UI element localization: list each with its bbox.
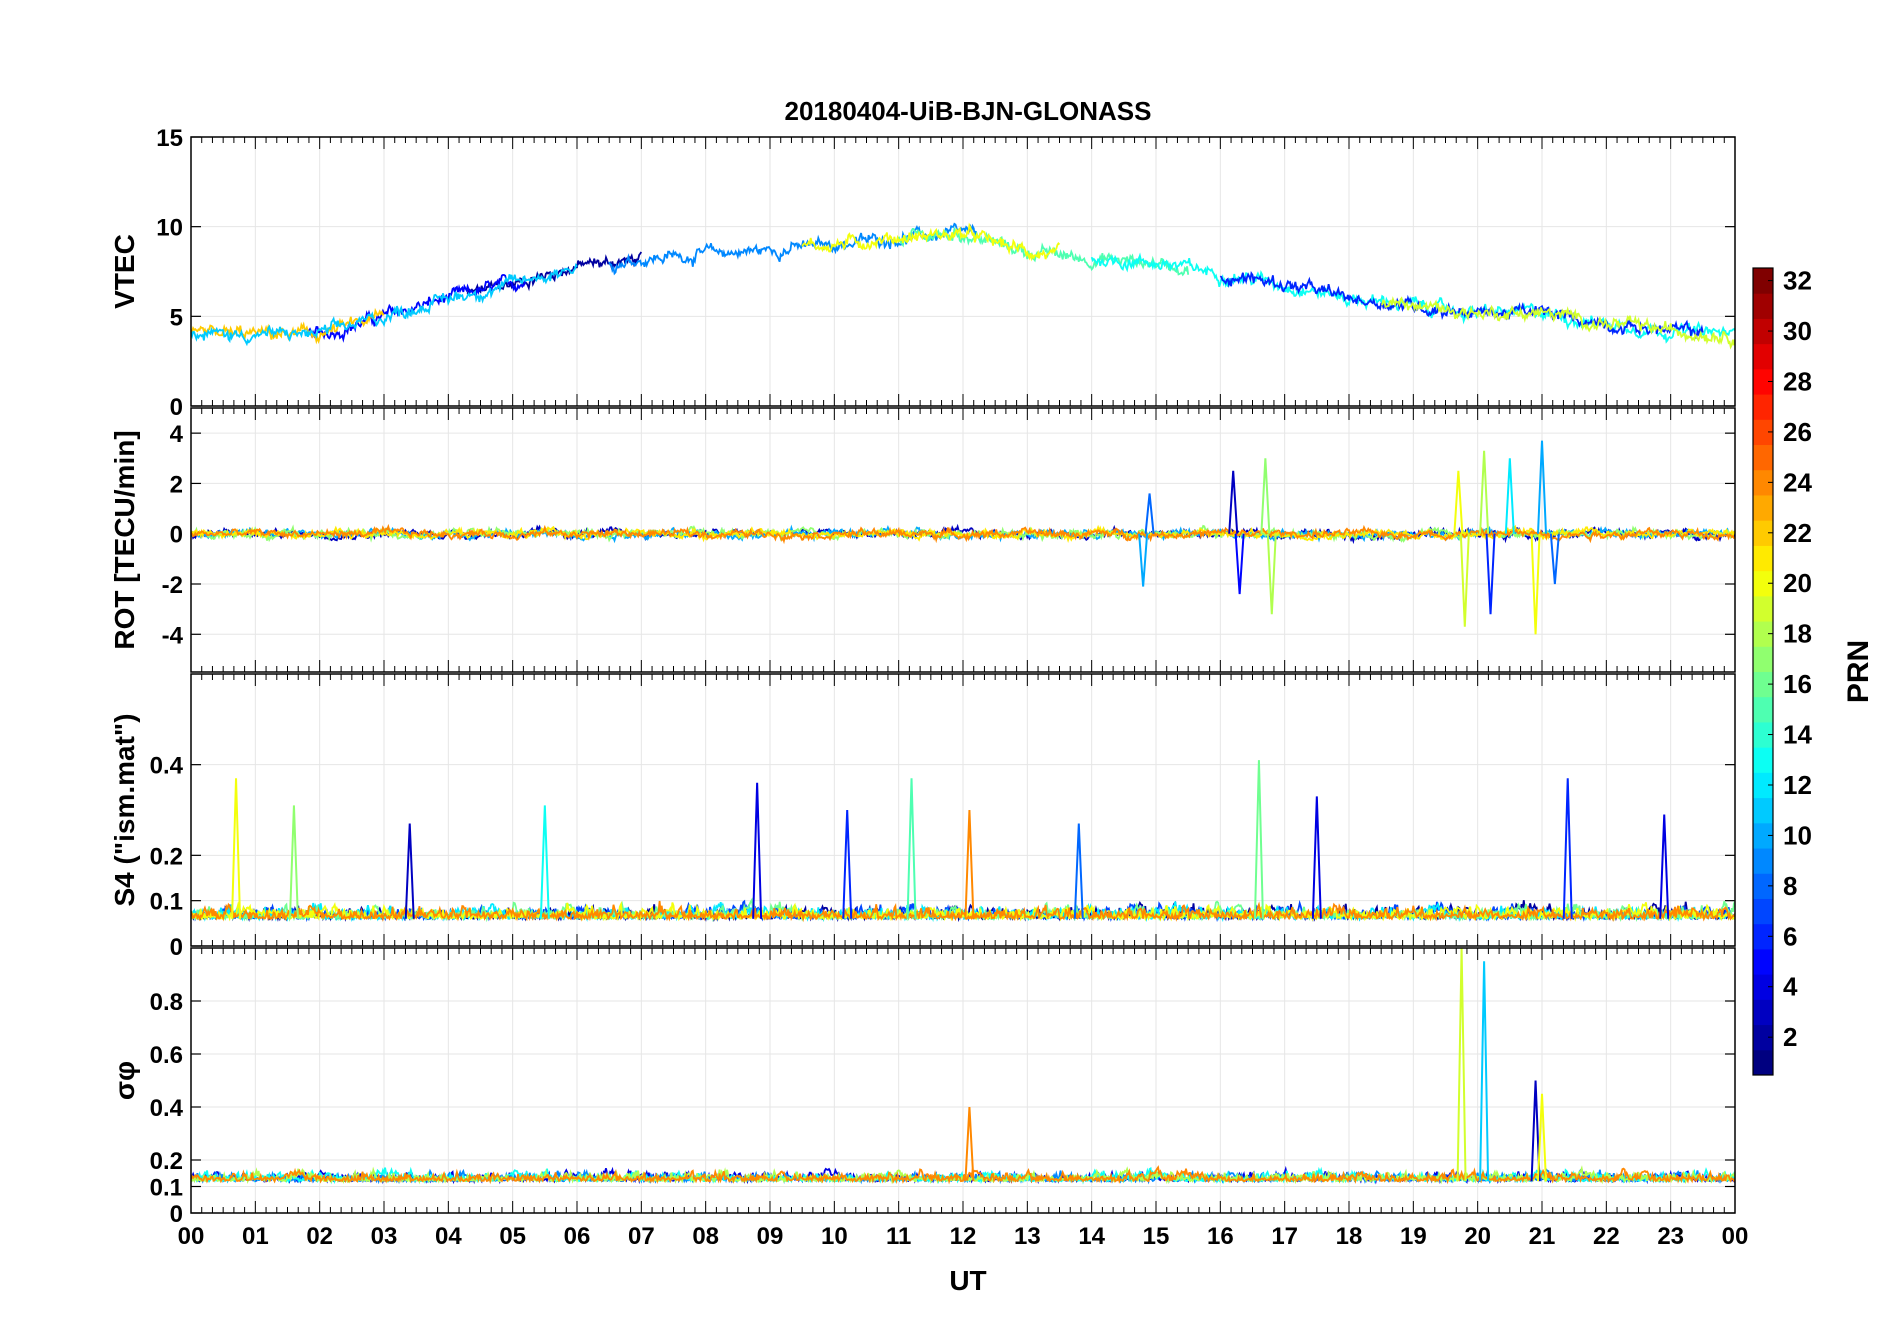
y-tick-label: 5: [170, 304, 183, 331]
colorbar: 2468101214161820222426283032PRN: [1752, 266, 1875, 1076]
x-tick-label: 22: [1593, 1223, 1620, 1250]
colorbar-tick-label: 10: [1783, 820, 1812, 850]
y-tick-label: 0.8: [150, 989, 183, 1016]
panel-sigma: 00.10.20.40.60.8σφ: [109, 947, 1736, 1228]
x-tick-label: 20: [1464, 1223, 1491, 1250]
colorbar-segment: [1753, 343, 1773, 370]
x-axis-label: UT: [949, 1265, 986, 1296]
y-tick-label: -2: [162, 572, 183, 599]
colorbar-tick-label: 12: [1783, 770, 1812, 800]
x-tick-label: 15: [1143, 1223, 1170, 1250]
colorbar-tick-label: 24: [1783, 467, 1812, 497]
x-tick-label: 08: [692, 1223, 719, 1250]
colorbar-tick-label: 20: [1783, 568, 1812, 598]
y-tick-label: -4: [162, 622, 184, 649]
figure: 20180404-UiB-BJN-GLONASS 051015VTEC-4-20…: [109, 96, 1875, 1296]
y-tick-label: 0.1: [150, 889, 183, 916]
x-tick-label: 07: [628, 1223, 655, 1250]
y-tick-label: 10: [156, 215, 183, 242]
x-tick-label: 00: [178, 1223, 205, 1250]
colorbar-tick-label: 2: [1783, 1022, 1797, 1052]
x-tick-label: 03: [371, 1223, 398, 1250]
colorbar-tick-label: 14: [1783, 720, 1812, 750]
x-tick-label: 13: [1014, 1223, 1041, 1250]
x-tick-label: 16: [1207, 1223, 1234, 1250]
x-tick-label: 06: [564, 1223, 591, 1250]
y-tick-label: 0.1: [150, 1175, 183, 1202]
x-tick-label: 17: [1271, 1223, 1298, 1250]
colorbar-segment: [1753, 898, 1773, 925]
x-tick-label: 10: [821, 1223, 848, 1250]
x-tick-label: 12: [950, 1223, 977, 1250]
y-tick-label: 15: [156, 125, 183, 152]
colorbar-tick-label: 18: [1783, 619, 1812, 649]
x-tick-label: 19: [1400, 1223, 1427, 1250]
colorbar-tick-label: 22: [1783, 518, 1812, 548]
colorbar-tick-label: 26: [1783, 417, 1812, 447]
x-axis: 00 01 02 03 04 05 06 07 08 09 10 11 12 13 14 15 16 17 18 19…: [178, 1223, 1749, 1250]
y-tick-label: 4: [170, 421, 184, 448]
colorbar-segment: [1753, 948, 1773, 975]
colorbar-segment: [1753, 595, 1773, 622]
colorbar-tick-label: 8: [1783, 871, 1797, 901]
y-tick-label: 0: [170, 394, 183, 421]
x-tick-label: 14: [1078, 1223, 1105, 1250]
colorbar-tick-label: 4: [1783, 972, 1798, 1002]
colorbar-segment: [1753, 494, 1773, 521]
y-tick-label: 0: [170, 934, 183, 961]
y-tick-label: 0.2: [150, 1148, 183, 1175]
y-axis-label: VTEC: [109, 234, 140, 309]
y-tick-label: 2: [170, 471, 183, 498]
x-tick-label: 04: [435, 1223, 462, 1250]
colorbar-segment: [1753, 646, 1773, 672]
x-tick-label: 02: [306, 1223, 333, 1250]
colorbar-tick-label: 16: [1783, 669, 1812, 699]
colorbar-segment: [1753, 293, 1773, 319]
colorbar-segment: [1753, 394, 1773, 420]
y-tick-label: 0.4: [150, 1095, 184, 1122]
x-tick-label: 00: [1722, 1223, 1749, 1250]
colorbar-segment: [1753, 1049, 1773, 1076]
chart-title: 20180404-UiB-BJN-GLONASS: [784, 96, 1151, 126]
colorbar-segment: [1753, 999, 1773, 1026]
y-axis-label: σφ: [109, 1061, 140, 1100]
y-tick-label: 0.2: [150, 843, 183, 870]
x-tick-label: 11: [886, 1223, 911, 1250]
colorbar-segment: [1753, 747, 1773, 773]
y-axis-label: ROT [TECU/min]: [109, 430, 140, 649]
y-tick-label: 0: [170, 522, 183, 549]
colorbar-tick-label: 6: [1783, 921, 1797, 951]
x-tick-label: 05: [499, 1223, 526, 1250]
x-tick-label: 21: [1529, 1223, 1556, 1250]
colorbar-segment: [1753, 696, 1773, 723]
panel-s4: 0 0.1 0.2 0.4 S4 ("ism.mat"): [109, 673, 1736, 961]
colorbar-label: PRN: [1842, 640, 1875, 703]
y-tick-label: 0.6: [150, 1042, 183, 1069]
panel-vtec: 0 5 10 15 VTEC: [109, 125, 1736, 421]
y-tick-label: 0.4: [150, 753, 184, 780]
x-tick-label: 01: [242, 1223, 269, 1250]
colorbar-segment: [1753, 545, 1773, 572]
x-tick-label: 09: [757, 1223, 784, 1250]
colorbar-segment: [1753, 848, 1773, 874]
colorbar-tick-label: 28: [1783, 366, 1812, 396]
panels: 051015VTEC-4-2024ROT [TECU/min]00.10.20.…: [109, 125, 1736, 1228]
panel-rot: -4 -2 0 2 4 ROT [TECU/min]: [109, 407, 1736, 673]
x-tick-label: 18: [1336, 1223, 1363, 1250]
colorbar-tick-label: 30: [1783, 316, 1812, 346]
colorbar-tick-label: 32: [1783, 266, 1812, 296]
x-tick-label: 23: [1657, 1223, 1684, 1250]
y-axis-label: S4 ("ism.mat"): [109, 713, 140, 906]
colorbar-segment: [1753, 444, 1773, 471]
colorbar-segment: [1753, 797, 1773, 824]
